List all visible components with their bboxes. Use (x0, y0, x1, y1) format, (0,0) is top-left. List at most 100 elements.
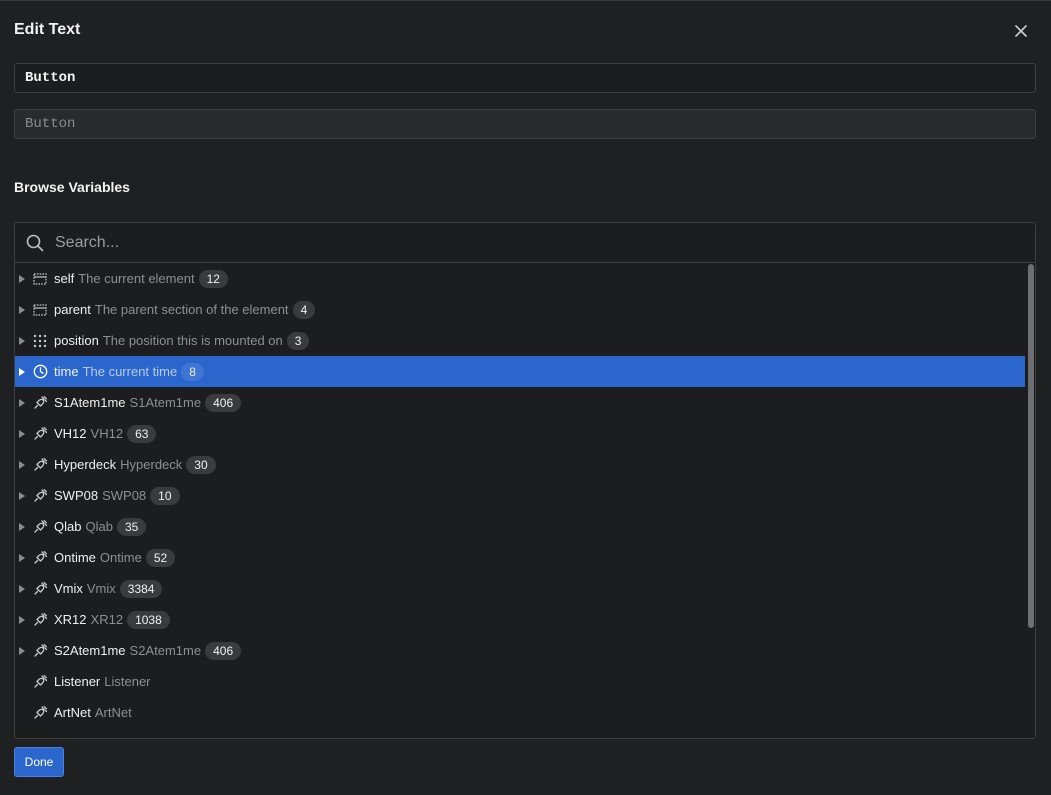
variable-name: self (54, 271, 75, 286)
plug-icon (32, 395, 48, 411)
variable-list: self The current element 12 parent The paren… (15, 263, 1025, 738)
variable-description: ArtNet (94, 705, 132, 720)
count-badge: 30 (186, 455, 216, 474)
variable-name: S1Atem1me (54, 395, 126, 410)
variable-name: Qlab (54, 519, 82, 534)
variable-description: The current time (82, 364, 178, 379)
variable-description: Qlab (85, 519, 113, 534)
variable-row-qlab[interactable]: Qlab Qlab 35 (15, 511, 1025, 542)
variable-name: VH12 (54, 426, 87, 441)
variable-name: Hyperdeck (54, 457, 117, 472)
count-badge: 406 (205, 393, 242, 412)
variable-name: Listener (54, 674, 101, 689)
count-badge: 63 (127, 424, 157, 443)
count-badge: 8 (181, 362, 204, 381)
variable-name: ArtNet (54, 705, 91, 720)
variable-description: The position this is mounted on (102, 333, 283, 348)
variable-name: Ontime (54, 550, 96, 565)
frame-icon (32, 271, 48, 287)
expand-caret-icon[interactable] (15, 511, 29, 542)
done-button[interactable]: Done (14, 747, 64, 777)
expand-caret-icon[interactable] (15, 418, 29, 449)
expand-caret-icon[interactable] (15, 480, 29, 511)
plug-icon (32, 612, 48, 628)
close-icon[interactable] (1015, 25, 1027, 37)
variable-row-hyperdeck[interactable]: Hyperdeck Hyperdeck 30 (15, 449, 1025, 480)
variable-description: SWP08 (102, 488, 147, 503)
edit-text-dialog: Edit Text Browse Variables selfThe curre… (0, 0, 1051, 795)
variable-description: Listener (104, 674, 151, 689)
variable-row-position[interactable]: position The position this is mounted on 3 (15, 325, 1025, 356)
expand-caret-icon[interactable] (15, 573, 29, 604)
dialog-title: Edit Text (14, 21, 81, 38)
expand-caret-icon[interactable] (15, 449, 29, 480)
variable-row-s2atem1me[interactable]: S2Atem1me S2Atem1me 406 (15, 635, 1025, 666)
variable-description: XR12 (90, 612, 124, 627)
variable-row-artnet[interactable]: ArtNet ArtNet (15, 697, 1025, 728)
variable-description: S1Atem1me (129, 395, 202, 410)
variable-name: XR12 (54, 612, 87, 627)
variable-row-parent[interactable]: parent The parent section of the element 4 (15, 294, 1025, 325)
variable-description: Vmix (86, 581, 116, 596)
variable-description: Ontime (99, 550, 142, 565)
expand-caret-icon[interactable] (15, 604, 29, 635)
expand-caret-icon[interactable] (15, 387, 29, 418)
expand-caret-icon[interactable] (15, 294, 29, 325)
grid-icon (32, 333, 48, 349)
clock-icon (32, 364, 48, 380)
variable-description: S2Atem1me (129, 643, 202, 658)
search-input[interactable] (55, 229, 1015, 257)
expand-caret-icon[interactable] (15, 356, 29, 387)
variable-row-xr12[interactable]: XR12 XR12 1038 (15, 604, 1025, 635)
variable-description: Hyperdeck (120, 457, 183, 472)
search-bar (15, 223, 1035, 263)
variable-name: Vmix (54, 581, 83, 596)
expand-caret-icon[interactable] (15, 325, 29, 356)
frame-icon (32, 302, 48, 318)
variable-name: time (54, 364, 79, 379)
count-badge: 1038 (127, 610, 170, 629)
variable-browser: selfThe current element12parentThe paren… (14, 222, 1036, 739)
browse-variables-title: Browse Variables (14, 179, 130, 195)
plug-icon (32, 550, 48, 566)
expand-caret-icon[interactable] (15, 635, 29, 666)
variable-name: parent (54, 302, 91, 317)
preview-input[interactable] (14, 109, 1036, 139)
scroll-thumb[interactable] (1028, 264, 1034, 628)
count-badge: 4 (292, 300, 316, 319)
expand-caret-icon (15, 666, 29, 697)
variable-description: The current element (78, 271, 195, 286)
count-badge: 52 (145, 548, 176, 567)
list-scrollbar[interactable] (1027, 263, 1035, 738)
variable-name: SWP08 (54, 488, 99, 503)
close-button[interactable] (1010, 20, 1032, 42)
count-badge: 35 (116, 517, 147, 536)
variable-row-s1atem1me[interactable]: S1Atem1me S1Atem1me 406 (15, 387, 1025, 418)
count-badge: 3384 (119, 579, 163, 598)
variable-name: position (54, 333, 99, 348)
plug-icon (32, 581, 48, 597)
variable-name: S2Atem1me (54, 643, 126, 658)
variable-row-swp08[interactable]: SWP08 SWP08 10 (15, 480, 1025, 511)
plug-icon (32, 643, 48, 659)
variable-row-ontime[interactable]: Ontime Ontime 52 (15, 542, 1025, 573)
expand-caret-icon[interactable] (15, 263, 29, 294)
count-badge: 3 (286, 331, 310, 350)
variable-row-listener[interactable]: Listener Listener (15, 666, 1025, 697)
text-input[interactable] (14, 63, 1036, 93)
plug-icon (32, 519, 48, 535)
plug-icon (32, 488, 48, 504)
variable-row-vmix[interactable]: Vmix Vmix 3384 (15, 573, 1025, 604)
plug-icon (32, 705, 48, 721)
variable-row-self[interactable]: self The current element 12 (15, 263, 1025, 294)
plug-icon (32, 426, 48, 442)
expand-caret-icon[interactable] (15, 542, 29, 573)
variable-row-vh12[interactable]: VH12 VH12 63 (15, 418, 1025, 449)
variable-description: The parent section of the element (94, 302, 289, 317)
variable-row-time[interactable]: time The current time 8 (15, 356, 1025, 387)
search-icon (26, 234, 44, 252)
plug-icon (32, 674, 48, 690)
count-badge: 12 (198, 269, 228, 288)
expand-caret-icon (15, 697, 29, 728)
count-badge: 406 (205, 641, 242, 660)
